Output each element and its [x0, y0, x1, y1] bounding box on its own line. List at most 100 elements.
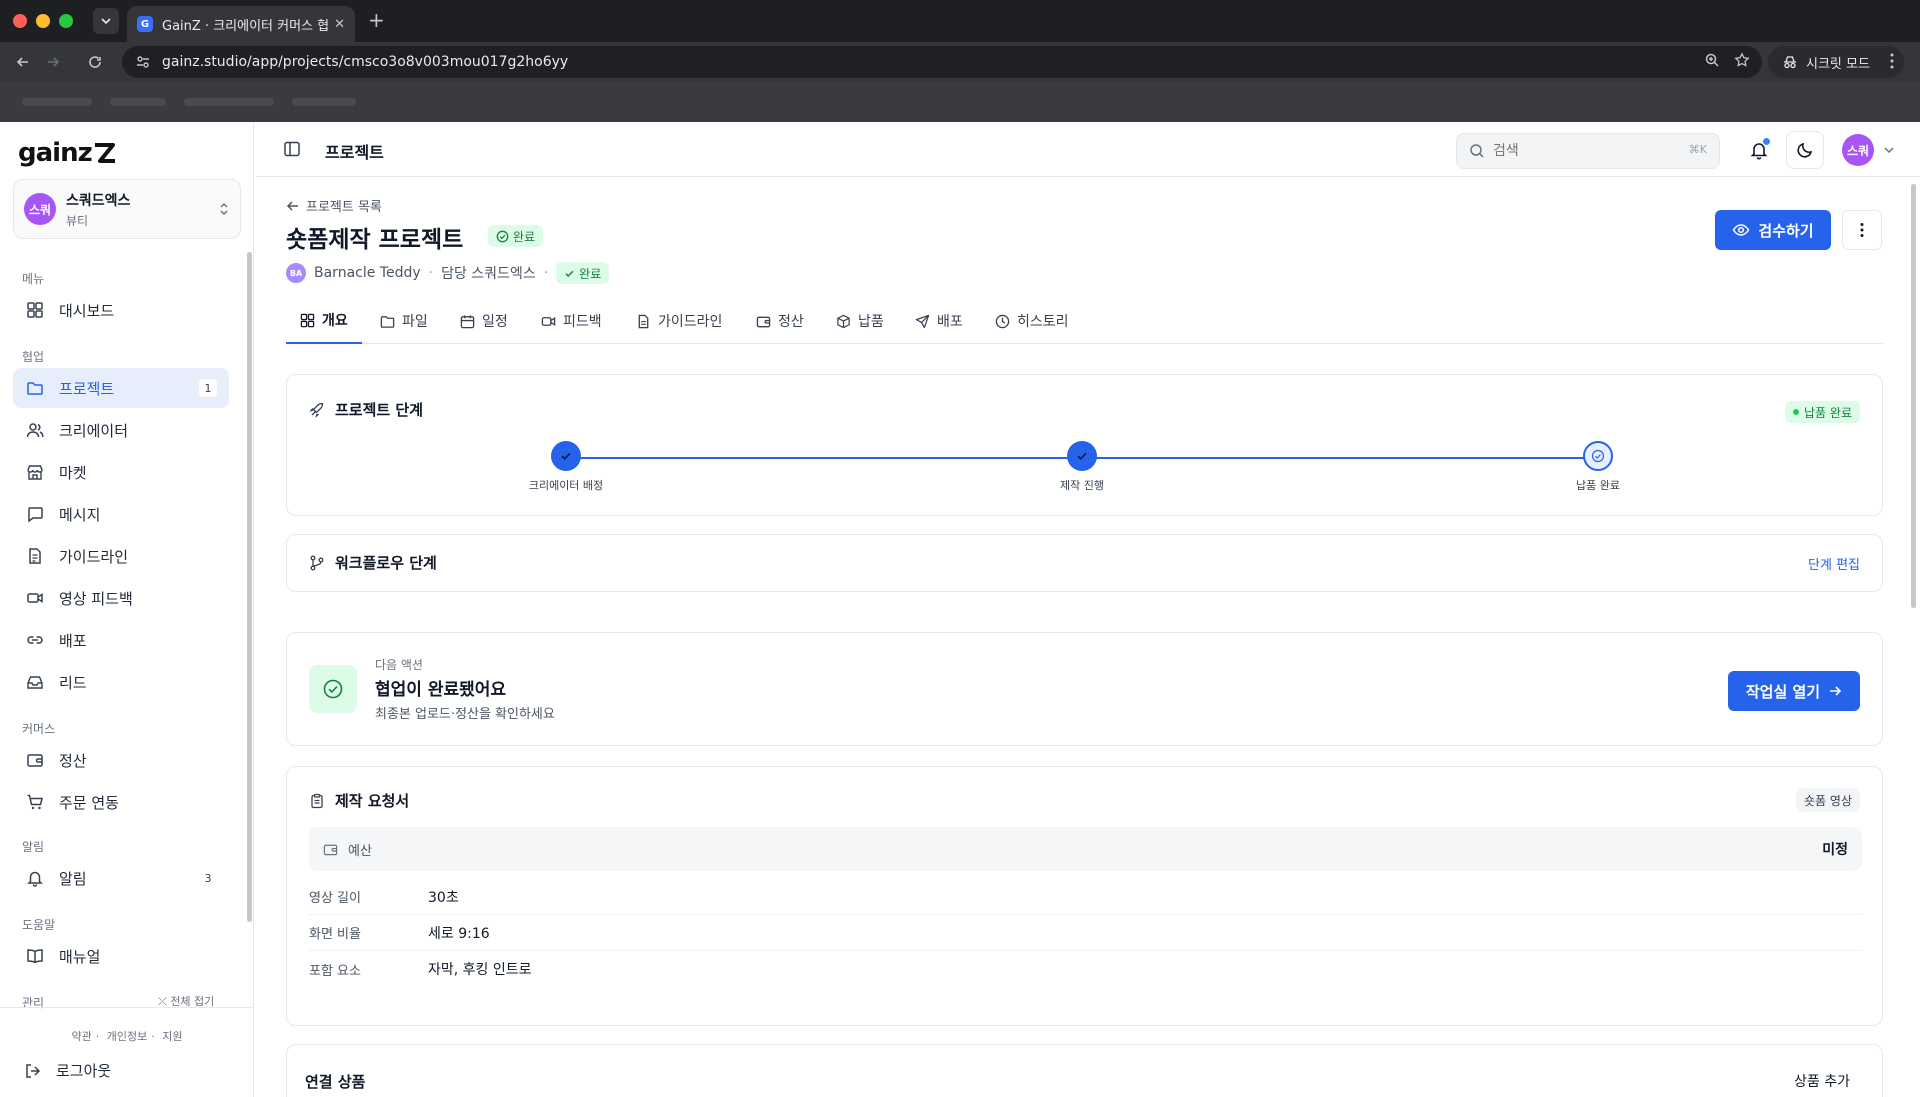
- video-icon: [27, 593, 43, 603]
- chevron-up-down-icon: [220, 202, 228, 216]
- status-dot: [1793, 409, 1800, 415]
- browser-tab-active[interactable]: G GainZ · 크리에이터 커머스 협업 O ✕: [127, 6, 355, 42]
- next-action-icon-box: [309, 665, 357, 713]
- sidebar-item-dashboard[interactable]: 대시보드: [13, 290, 229, 330]
- logout-button[interactable]: 로그아웃: [24, 1060, 111, 1081]
- stage-status-text: 납품 완료: [1804, 405, 1852, 420]
- project-tabs: 개요 파일 일정 피드백 가이드라인 정산 납품 배포 히스토리: [286, 298, 1883, 344]
- sidebar-item-label: 대시보드: [59, 301, 115, 320]
- sidebar-item-order-sync[interactable]: 주문 연동: [13, 782, 229, 822]
- spec-value: 세로 9:16: [428, 925, 490, 942]
- back-to-projects-link[interactable]: 프로젝트 목록: [286, 196, 382, 215]
- arrow-right-icon: [1830, 686, 1842, 696]
- sidebar-item-distribution[interactable]: 배포: [13, 620, 229, 660]
- incognito-indicator[interactable]: 시크릿 모드: [1768, 46, 1904, 78]
- forward-button[interactable]: [42, 51, 64, 73]
- check-icon: [1077, 452, 1087, 460]
- back-button[interactable]: [12, 51, 34, 73]
- support-link[interactable]: 지원: [162, 1030, 182, 1043]
- search-input[interactable]: [1493, 143, 1663, 159]
- main-content: 프로젝트 목록 숏폼제작 프로젝트 완료 BA Barnacle Teddy ·…: [255, 178, 1920, 1097]
- minimize-window-button[interactable]: [36, 14, 50, 28]
- check-circle-icon: [496, 230, 509, 242]
- section-label-alerts: 알림: [22, 840, 45, 854]
- reload-button[interactable]: [84, 51, 106, 73]
- cart-icon: [27, 794, 43, 810]
- next-action-card: 다음 액션 협업이 완료됐어요 최종본 업로드·정산을 확인하세요 작업실 열기: [286, 632, 1883, 746]
- bookmark-star-icon[interactable]: [1734, 52, 1750, 68]
- open-workspace-label: 작업실 열기: [1745, 682, 1821, 701]
- top-header: 프로젝트 ⌘K 스쿼: [255, 122, 1920, 177]
- zoom-icon[interactable]: [1704, 52, 1720, 68]
- chevron-down-icon[interactable]: [1883, 144, 1895, 156]
- tab-settlement[interactable]: 정산: [756, 298, 804, 344]
- section-label-help: 도움말: [22, 918, 56, 932]
- folder-icon: [27, 382, 43, 395]
- open-workspace-button[interactable]: 작업실 열기: [1728, 671, 1860, 711]
- next-action-eyebrow: 다음 액션: [375, 658, 423, 672]
- url-text: gainz.studio/app/projects/cmsco3o8v003mo…: [162, 54, 569, 70]
- package-icon: [837, 314, 850, 328]
- linked-products-title: 연결 상품: [305, 1073, 366, 1091]
- logo[interactable]: gainz: [18, 138, 118, 168]
- sidebar-scrollbar[interactable]: [247, 252, 252, 922]
- tab-files[interactable]: 파일: [380, 298, 428, 344]
- main-scrollbar[interactable]: [1911, 184, 1916, 608]
- stage-step-3: 납품 완료: [1538, 441, 1658, 493]
- tab-history[interactable]: 히스토리: [995, 298, 1069, 344]
- theme-toggle-button[interactable]: [1786, 131, 1824, 169]
- moon-icon: [1797, 142, 1813, 158]
- budget-label: 예산: [348, 843, 372, 859]
- terms-link[interactable]: 약관: [72, 1030, 92, 1043]
- close-tab-icon[interactable]: ✕: [334, 17, 345, 32]
- spec-row: 영상 길이 30초: [309, 879, 1862, 915]
- maximize-window-button[interactable]: [59, 14, 73, 28]
- tab-search-button[interactable]: [93, 8, 119, 34]
- workflow-card: 워크플로우 단계 단계 편집: [286, 534, 1883, 592]
- dashboard-icon: [300, 313, 315, 327]
- logo-z-icon: [94, 143, 115, 163]
- more-options-button[interactable]: [1842, 210, 1882, 250]
- incognito-label: 시크릿 모드: [1806, 56, 1870, 72]
- browser-menu-button[interactable]: [1890, 53, 1894, 69]
- sidebar-toggle-button[interactable]: [283, 140, 301, 158]
- budget-value: 미정: [1822, 842, 1848, 858]
- sidebar-item-settlement[interactable]: 정산: [13, 740, 229, 780]
- tab-distribution[interactable]: 배포: [915, 298, 963, 344]
- tab-guidelines[interactable]: 가이드라인: [636, 298, 722, 344]
- sidebar-item-projects[interactable]: 프로젝트 1: [13, 368, 229, 408]
- check-icon: [565, 270, 574, 277]
- sidebar-item-leads[interactable]: 리드: [13, 662, 229, 702]
- tab-delivery[interactable]: 납품: [836, 298, 884, 344]
- edit-stages-link[interactable]: 단계 편집: [1808, 554, 1860, 573]
- search-box[interactable]: ⌘K: [1456, 133, 1720, 169]
- sidebar-item-market[interactable]: 마켓: [13, 452, 229, 492]
- reload-icon: [89, 56, 101, 68]
- tab-feedback[interactable]: 피드백: [541, 298, 602, 344]
- review-button[interactable]: 검수하기: [1715, 210, 1831, 250]
- sidebar-item-manual[interactable]: 매뉴얼: [13, 936, 229, 976]
- user-avatar[interactable]: 스쿼: [1842, 134, 1874, 166]
- tab-schedule[interactable]: 일정: [460, 298, 508, 344]
- notifications-button[interactable]: [1745, 136, 1773, 164]
- brief-header: 제작 요청서: [309, 790, 409, 811]
- clock-icon: [995, 314, 1010, 328]
- sidebar-item-creators[interactable]: 크리에이터: [13, 410, 229, 450]
- section-label-commerce: 커머스: [22, 722, 56, 736]
- sidebar-item-messages[interactable]: 메시지: [13, 494, 229, 534]
- stage-step-2: 제작 진행: [1022, 441, 1142, 493]
- spec-value: 30초: [428, 889, 459, 906]
- close-window-button[interactable]: [13, 14, 27, 28]
- workspace-switcher[interactable]: 스쿼 스쿼드엑스 뷰티: [13, 179, 241, 239]
- sidebar-item-notifications[interactable]: 알림 3: [13, 858, 229, 898]
- privacy-link[interactable]: 개인정보: [107, 1030, 147, 1043]
- browser-toolbar: gainz.studio/app/projects/cmsco3o8v003mo…: [0, 42, 1920, 82]
- new-tab-button[interactable]: +: [368, 9, 385, 31]
- sidebar-item-guidelines[interactable]: 가이드라인: [13, 536, 229, 576]
- sidebar-item-video-feedback[interactable]: 영상 피드백: [13, 578, 229, 618]
- tab-overview[interactable]: 개요: [286, 298, 362, 344]
- creator-name[interactable]: Barnacle Teddy: [314, 265, 421, 281]
- add-product-button[interactable]: 상품 추가: [1794, 1071, 1850, 1091]
- site-info-icon[interactable]: [132, 51, 154, 73]
- address-bar[interactable]: gainz.studio/app/projects/cmsco3o8v003mo…: [122, 46, 1762, 78]
